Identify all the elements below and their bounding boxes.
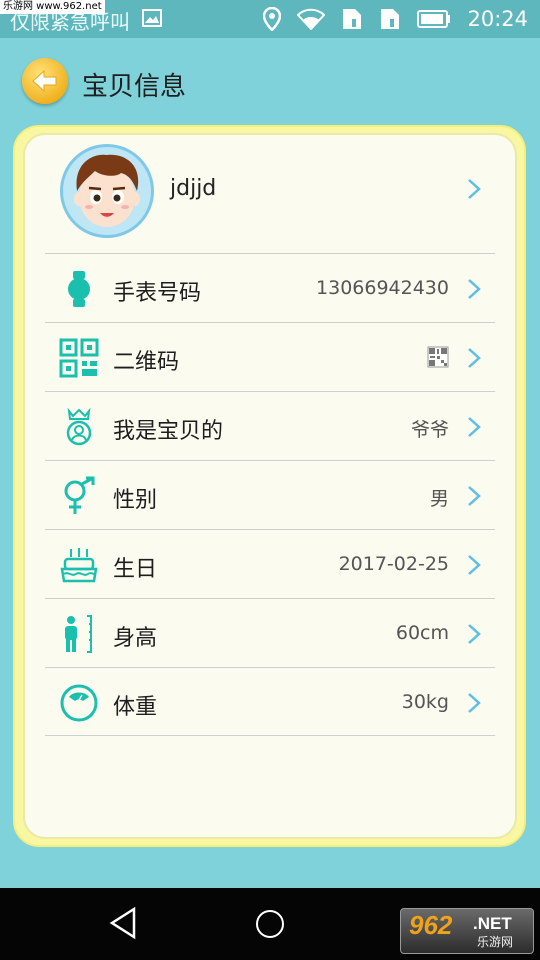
row-label: 身高 bbox=[113, 626, 158, 651]
row-label: 性别 bbox=[113, 488, 158, 513]
wifi-icon bbox=[297, 8, 326, 30]
row-relation[interactable]: 我是宝贝的 爷爷 bbox=[45, 391, 495, 460]
chevron-right-icon bbox=[468, 555, 481, 575]
row-height[interactable]: 身高 60cm bbox=[45, 598, 495, 667]
qrcode-thumbnail-icon bbox=[427, 346, 449, 368]
boy-avatar-icon bbox=[74, 154, 140, 227]
brand-logo-cn: 乐游网 bbox=[477, 935, 514, 949]
weight-scale-icon bbox=[60, 684, 98, 722]
chevron-right-icon bbox=[468, 693, 481, 713]
row-value: 爷爷 bbox=[410, 419, 449, 441]
birthday-cake-icon bbox=[60, 548, 98, 583]
page-header: 宝贝信息 bbox=[0, 38, 540, 126]
row-value: 男 bbox=[429, 488, 449, 510]
battery-icon bbox=[417, 10, 451, 28]
status-icons: 20:24 bbox=[263, 0, 528, 38]
row-label: 二维码 bbox=[113, 350, 180, 375]
site-watermark: 乐游网 www.962.net bbox=[0, 0, 105, 14]
status-time: 20:24 bbox=[467, 7, 528, 31]
row-gender[interactable]: 性别 男 bbox=[45, 460, 495, 529]
row-value: 13066942430 bbox=[316, 277, 449, 299]
qrcode-icon bbox=[59, 338, 99, 378]
brand-logo: 962 .NET 乐游网 bbox=[400, 908, 534, 954]
row-birthday[interactable]: 生日 2017-02-25 bbox=[45, 529, 495, 598]
chevron-right-icon bbox=[468, 348, 481, 368]
row-watch-number[interactable]: 手表号码 13066942430 bbox=[45, 253, 495, 322]
sim-card-icon bbox=[343, 9, 362, 29]
status-bar: 仅限紧急呼叫 20:24 乐游网 www.962.net bbox=[0, 0, 540, 38]
profile-name: jdjjd bbox=[170, 176, 217, 201]
chevron-right-icon bbox=[468, 179, 481, 199]
chevron-right-icon bbox=[468, 486, 481, 506]
chevron-right-icon bbox=[468, 279, 481, 299]
divider bbox=[45, 735, 495, 736]
brand-logo-number: 962 bbox=[409, 910, 453, 940]
row-qrcode[interactable]: 二维码 bbox=[45, 322, 495, 391]
row-label: 体重 bbox=[113, 695, 158, 720]
page-title: 宝贝信息 bbox=[82, 72, 187, 102]
nav-back-icon[interactable] bbox=[108, 906, 138, 940]
row-label: 手表号码 bbox=[113, 281, 202, 306]
arrow-left-icon bbox=[32, 69, 57, 93]
chevron-right-icon bbox=[468, 624, 481, 644]
back-button[interactable] bbox=[22, 58, 68, 104]
row-value: 2017-02-25 bbox=[338, 553, 449, 575]
row-weight[interactable]: 体重 30kg bbox=[45, 667, 495, 736]
gender-icon bbox=[64, 476, 95, 514]
sim-card-2-icon bbox=[381, 9, 400, 29]
nav-home-icon[interactable] bbox=[256, 910, 284, 938]
row-value: 60cm bbox=[395, 622, 449, 644]
row-label: 生日 bbox=[113, 557, 158, 582]
avatar[interactable] bbox=[60, 144, 154, 238]
watch-icon bbox=[68, 271, 90, 307]
baby-relation-icon bbox=[66, 407, 92, 446]
height-icon bbox=[65, 615, 92, 653]
profile-row[interactable]: jdjjd bbox=[45, 140, 495, 253]
row-label: 我是宝贝的 bbox=[113, 419, 224, 444]
image-notification-icon bbox=[142, 9, 162, 27]
brand-logo-net: .NET bbox=[473, 914, 512, 933]
row-value: 30kg bbox=[401, 691, 449, 713]
location-icon bbox=[263, 7, 282, 31]
chevron-right-icon bbox=[468, 417, 481, 437]
